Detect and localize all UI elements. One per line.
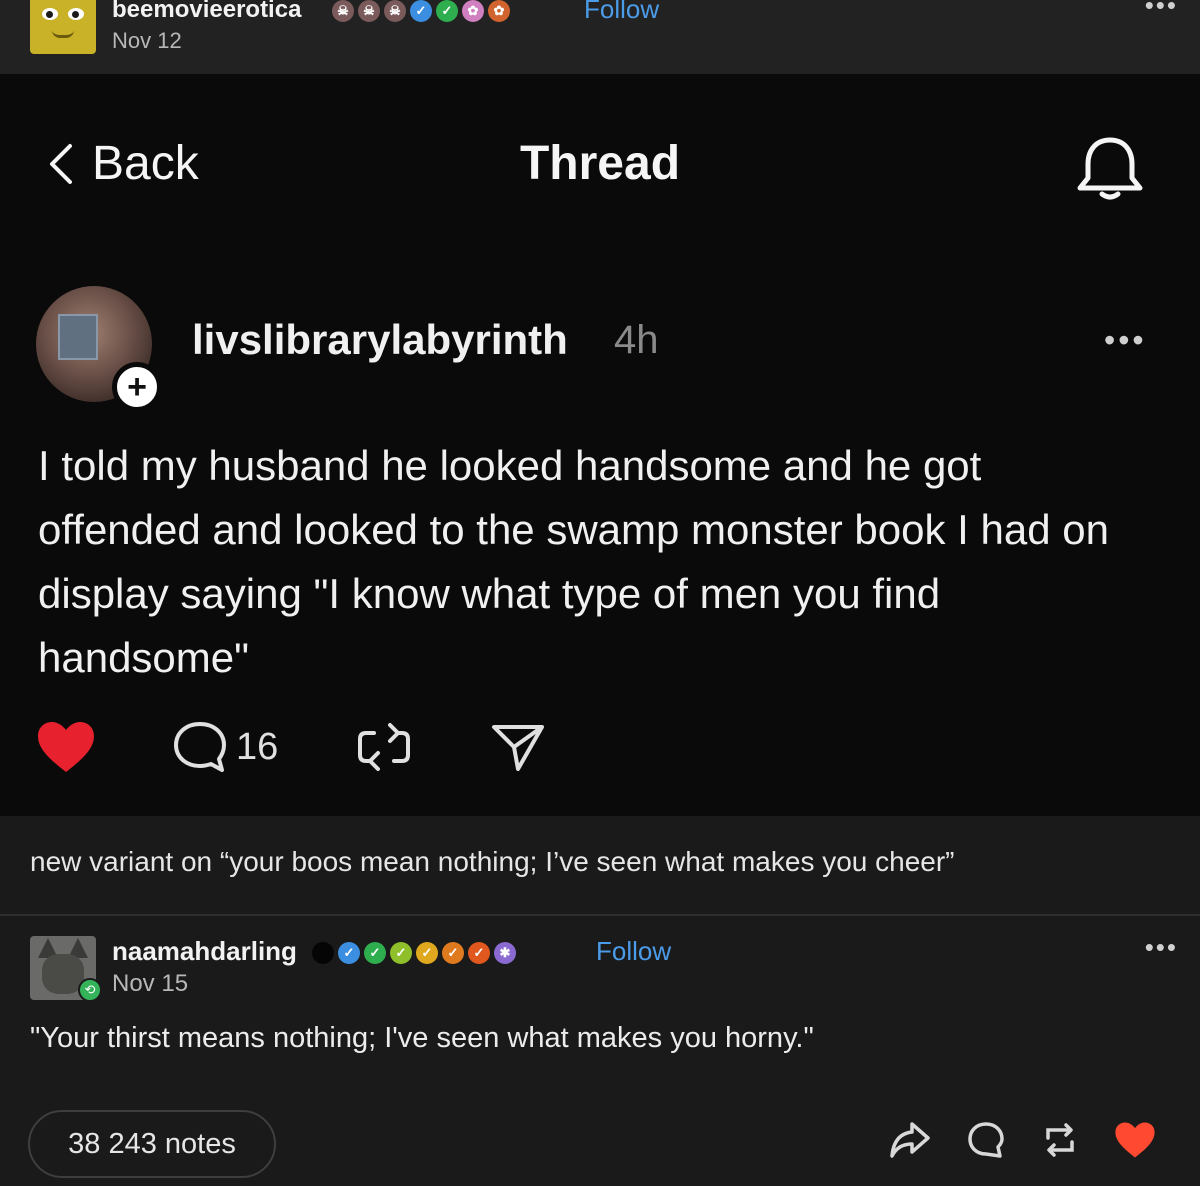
avatar-mouth bbox=[52, 30, 74, 38]
repost-icon bbox=[358, 723, 411, 771]
verified-yellow-icon: ✓ bbox=[416, 942, 438, 964]
user-badges: ☠ ☠ ☠ ✓ ✓ ✿ ✿ bbox=[332, 0, 510, 22]
verified-blue-icon: ✓ bbox=[410, 0, 432, 22]
repost-button[interactable] bbox=[356, 721, 412, 773]
verified-blue-icon: ✓ bbox=[338, 942, 360, 964]
share-icon[interactable] bbox=[888, 1120, 932, 1160]
post-caption: new variant on “your boos mean nothing; … bbox=[30, 846, 955, 877]
like-button[interactable] bbox=[36, 720, 96, 774]
follow-plus-icon[interactable]: + bbox=[112, 362, 162, 412]
share-button[interactable] bbox=[490, 721, 546, 773]
comment-count: 16 bbox=[236, 725, 279, 768]
post-username[interactable]: beemovieerotica bbox=[112, 0, 301, 24]
verified-green-icon: ✓ bbox=[364, 942, 386, 964]
user-badges: ✓ ✓ ✓ ✓ ✓ ✓ ✱ bbox=[312, 942, 516, 964]
reply-username[interactable]: naamahdarling bbox=[112, 936, 297, 967]
skull-icon: ☠ bbox=[384, 0, 406, 22]
heart-filled-icon[interactable] bbox=[1114, 1121, 1156, 1159]
black-dot-icon bbox=[312, 942, 334, 964]
comment-bubble-icon bbox=[174, 722, 226, 772]
reply-date[interactable]: Nov 15 bbox=[112, 970, 188, 998]
verified-lime-icon: ✓ bbox=[390, 942, 412, 964]
heart-filled-icon bbox=[38, 722, 94, 772]
reblog-icon[interactable] bbox=[1040, 1120, 1080, 1160]
send-icon bbox=[492, 725, 545, 771]
page-title: Thread bbox=[519, 137, 681, 190]
post-actions bbox=[888, 1120, 1156, 1160]
skull-icon: ☠ bbox=[332, 0, 354, 22]
paw-orange-icon: ✿ bbox=[488, 0, 510, 22]
more-options-icon[interactable]: ••• bbox=[1104, 322, 1147, 359]
more-options-icon[interactable]: ••• bbox=[1145, 932, 1178, 963]
reblog-icon: ⟲ bbox=[78, 978, 102, 1002]
thread-text: I told my husband he looked handsome and… bbox=[38, 442, 1109, 681]
post-header: beemovieerotica Nov 12 ☠ ☠ ☠ ✓ ✓ ✿ ✿ Fol… bbox=[0, 0, 1200, 74]
divider bbox=[0, 914, 1200, 916]
skull-icon: ☠ bbox=[358, 0, 380, 22]
verified-red-orange-icon: ✓ bbox=[468, 942, 490, 964]
avatar-eye bbox=[42, 8, 58, 20]
reply-text: "Your thirst means nothing; I've seen wh… bbox=[30, 1022, 814, 1054]
bell-icon[interactable] bbox=[1074, 136, 1146, 202]
avatar-eye bbox=[68, 8, 84, 20]
post-date[interactable]: Nov 12 bbox=[112, 28, 182, 54]
crab-icon: ✱ bbox=[494, 942, 516, 964]
follow-button[interactable]: Follow bbox=[596, 936, 671, 967]
thread-username[interactable]: livslibrarylabyrinth bbox=[192, 316, 568, 364]
paw-icon: ✿ bbox=[462, 0, 484, 22]
thread-actions: 16 bbox=[36, 720, 546, 774]
embedded-screenshot: Back Thread + livslibrarylabyrinth 4h ••… bbox=[0, 74, 1200, 816]
avatar[interactable] bbox=[30, 0, 96, 54]
thread-timestamp: 4h bbox=[614, 318, 659, 362]
verified-green-icon: ✓ bbox=[436, 0, 458, 22]
follow-button[interactable]: Follow bbox=[584, 0, 659, 25]
more-options-icon[interactable]: ••• bbox=[1145, 0, 1178, 21]
verified-orange-icon: ✓ bbox=[442, 942, 464, 964]
notes-button[interactable]: 38 243 notes bbox=[28, 1110, 276, 1178]
comment-icon[interactable] bbox=[966, 1120, 1006, 1160]
avatar-book bbox=[58, 314, 98, 360]
comment-button[interactable]: 16 bbox=[172, 720, 278, 774]
